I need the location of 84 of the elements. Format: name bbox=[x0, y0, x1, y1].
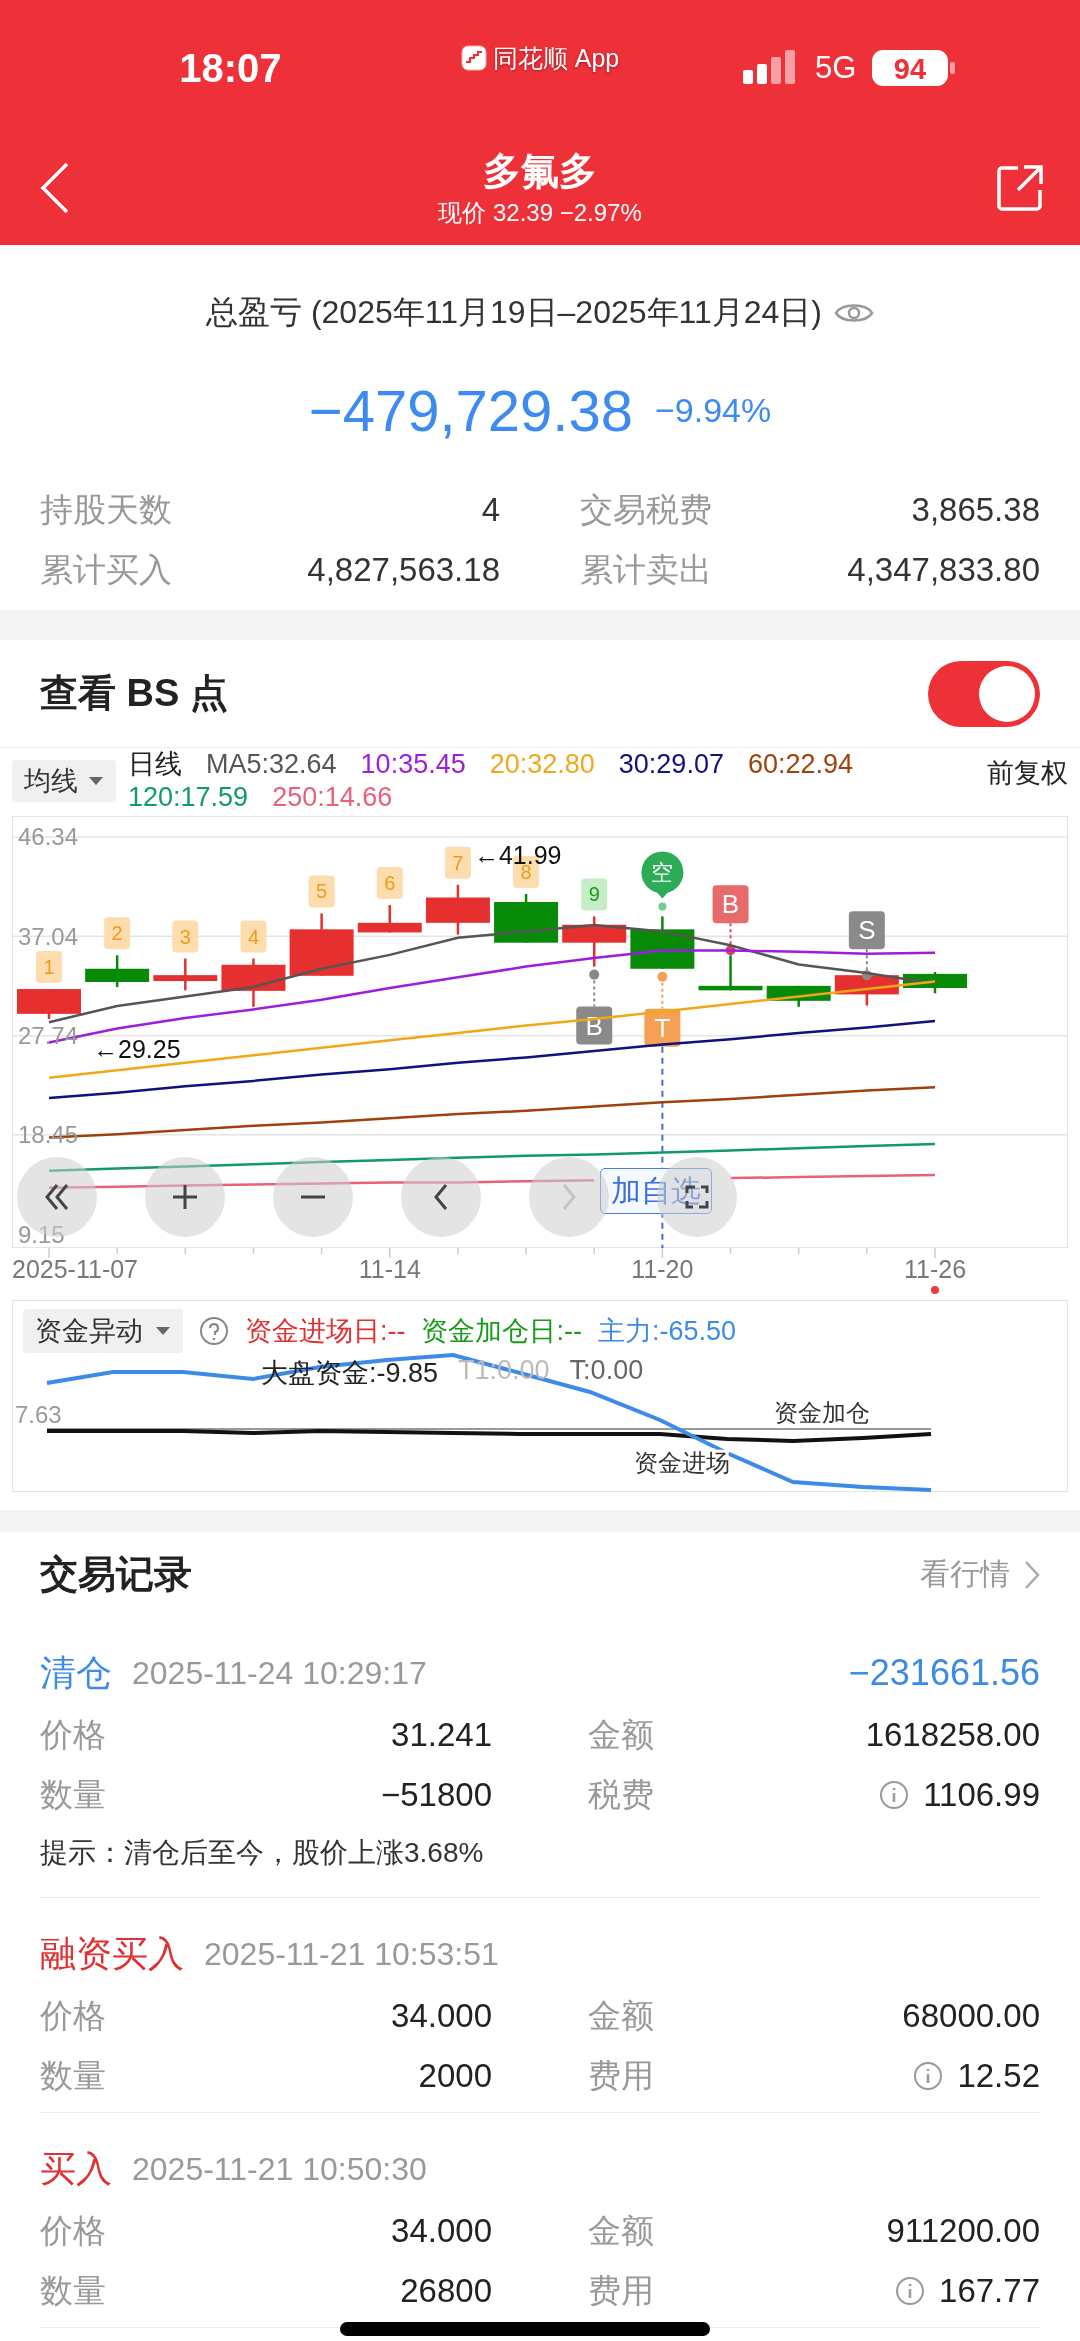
count-tag: 2 bbox=[104, 917, 131, 950]
line-label: 资金加仓 bbox=[774, 1398, 870, 1426]
field-label: 费用 bbox=[588, 2270, 654, 2311]
x-axis-label: 11-14 bbox=[358, 1255, 421, 1283]
count-tag: 9 bbox=[581, 878, 608, 911]
trade-pnl: −231661.56 bbox=[848, 1652, 1040, 1694]
fund-legend-item: 资金进场日:-- bbox=[245, 1315, 406, 1348]
stat-value: 3,865.38 bbox=[911, 491, 1040, 529]
trade-type: 买入 bbox=[40, 2146, 112, 2191]
field-value: 2000 bbox=[418, 2057, 492, 2095]
period-label: 日线 bbox=[128, 748, 182, 781]
count-tag: 1 bbox=[36, 951, 62, 984]
legend-value: 60:22.94 bbox=[747, 748, 854, 781]
app-name: 同花顺 App bbox=[492, 42, 620, 74]
y-axis-label: 37.04 bbox=[18, 922, 79, 950]
fund-legend-item: 资金加仓日:-- bbox=[421, 1315, 582, 1348]
field-label: 数量 bbox=[40, 1774, 106, 1815]
field-value: 12.52 bbox=[957, 2057, 1040, 2095]
summary-title: 总盈亏 (2025年11月19日–2025年11月24日) bbox=[206, 293, 822, 332]
field-value: 68000.00 bbox=[902, 1997, 1040, 2035]
legend-value: MA5:32.64 bbox=[206, 748, 337, 781]
trade-tip: 提示：清仓后至今，股价上涨3.68% bbox=[40, 1836, 484, 1870]
stat-value: 4 bbox=[481, 491, 500, 529]
legend-value: 10:35.45 bbox=[360, 748, 466, 781]
field-label: 金额 bbox=[588, 1714, 654, 1755]
trade-time: 2025-11-24 10:29:17 bbox=[132, 1654, 427, 1692]
trade-type: 清仓 bbox=[40, 1650, 112, 1695]
y-axis-label: 9.15 bbox=[18, 1220, 65, 1248]
field-label: 费用 bbox=[588, 2055, 654, 2096]
trade-type: 融资买入 bbox=[40, 1931, 184, 1976]
field-label: 税费 bbox=[588, 1774, 654, 1815]
field-value: 167.77 bbox=[939, 2272, 1040, 2310]
line-label: 资金进场 bbox=[634, 1448, 730, 1476]
trade-time: 2025-11-21 10:53:51 bbox=[204, 1935, 499, 1973]
count-tag: 5 bbox=[308, 875, 335, 908]
bs-points-label: 查看 BS 点 bbox=[40, 671, 228, 716]
network-label: 5G bbox=[814, 50, 857, 86]
legend-value: 250:14.66 bbox=[272, 781, 393, 814]
field-label: 金额 bbox=[588, 2210, 654, 2251]
field-label: 数量 bbox=[40, 2055, 106, 2096]
field-label: 数量 bbox=[40, 2270, 106, 2311]
stat-label: 持股天数 bbox=[40, 489, 172, 530]
status-time: 18:07 bbox=[179, 45, 282, 91]
field-value: 911200.00 bbox=[886, 2212, 1040, 2250]
trade-time: 2025-11-21 10:50:30 bbox=[132, 2150, 427, 2188]
field-value: 34.000 bbox=[391, 2212, 492, 2250]
fund-legend-item: 主力:-65.50 bbox=[597, 1315, 737, 1348]
legend-value: 30:29.07 bbox=[618, 748, 724, 781]
section-title: 交易记录 bbox=[40, 1552, 192, 1597]
field-value: 31.241 bbox=[391, 1716, 492, 1754]
count-tag: 6 bbox=[376, 867, 403, 900]
y-axis-label: 27.74 bbox=[18, 1022, 79, 1050]
y-axis-label: 7.63 bbox=[15, 1400, 62, 1428]
y-axis-label: 18.45 bbox=[18, 1121, 79, 1149]
x-axis-label: 2025-11-07 bbox=[12, 1255, 139, 1283]
x-axis-label: 11-26 bbox=[903, 1255, 967, 1283]
field-label: 价格 bbox=[40, 1714, 106, 1755]
field-value: 1106.99 bbox=[923, 1776, 1040, 1814]
stat-value: 4,827,563.18 bbox=[307, 551, 500, 589]
field-label: 价格 bbox=[40, 2210, 106, 2251]
field-label: 价格 bbox=[40, 1995, 106, 2036]
field-value: 1618258.00 bbox=[865, 1716, 1040, 1754]
current-price: 现价 32.39 −2.97% bbox=[438, 197, 642, 228]
x-axis-label: 11-20 bbox=[631, 1255, 694, 1283]
legend-value: 120:17.59 bbox=[128, 781, 249, 814]
legend-value: 20:32.80 bbox=[489, 748, 595, 781]
stat-label: 累计卖出 bbox=[580, 549, 712, 590]
pnl-percent: −9.94% bbox=[654, 390, 772, 430]
low-price-label: ←29.25 bbox=[93, 1034, 181, 1063]
fund-legend-item: T:0.00 bbox=[569, 1355, 644, 1387]
field-value: 34.000 bbox=[391, 1997, 492, 2035]
field-value: −51800 bbox=[380, 1776, 492, 1814]
stat-value: 4,347,833.80 bbox=[847, 551, 1040, 589]
stock-title: 多氟多 bbox=[483, 148, 597, 194]
field-value: 26800 bbox=[400, 2272, 492, 2310]
battery-indicator: 94 bbox=[872, 48, 957, 88]
count-tag: 7 bbox=[444, 846, 471, 879]
stat-label: 累计买入 bbox=[40, 549, 172, 590]
field-label: 金额 bbox=[588, 1995, 654, 2036]
count-tag: 4 bbox=[240, 920, 267, 953]
count-tag: 3 bbox=[172, 920, 199, 953]
stat-label: 交易税费 bbox=[580, 489, 712, 530]
y-axis-label: 46.34 bbox=[18, 823, 79, 851]
total-pnl: −479,729.38 bbox=[308, 376, 633, 444]
